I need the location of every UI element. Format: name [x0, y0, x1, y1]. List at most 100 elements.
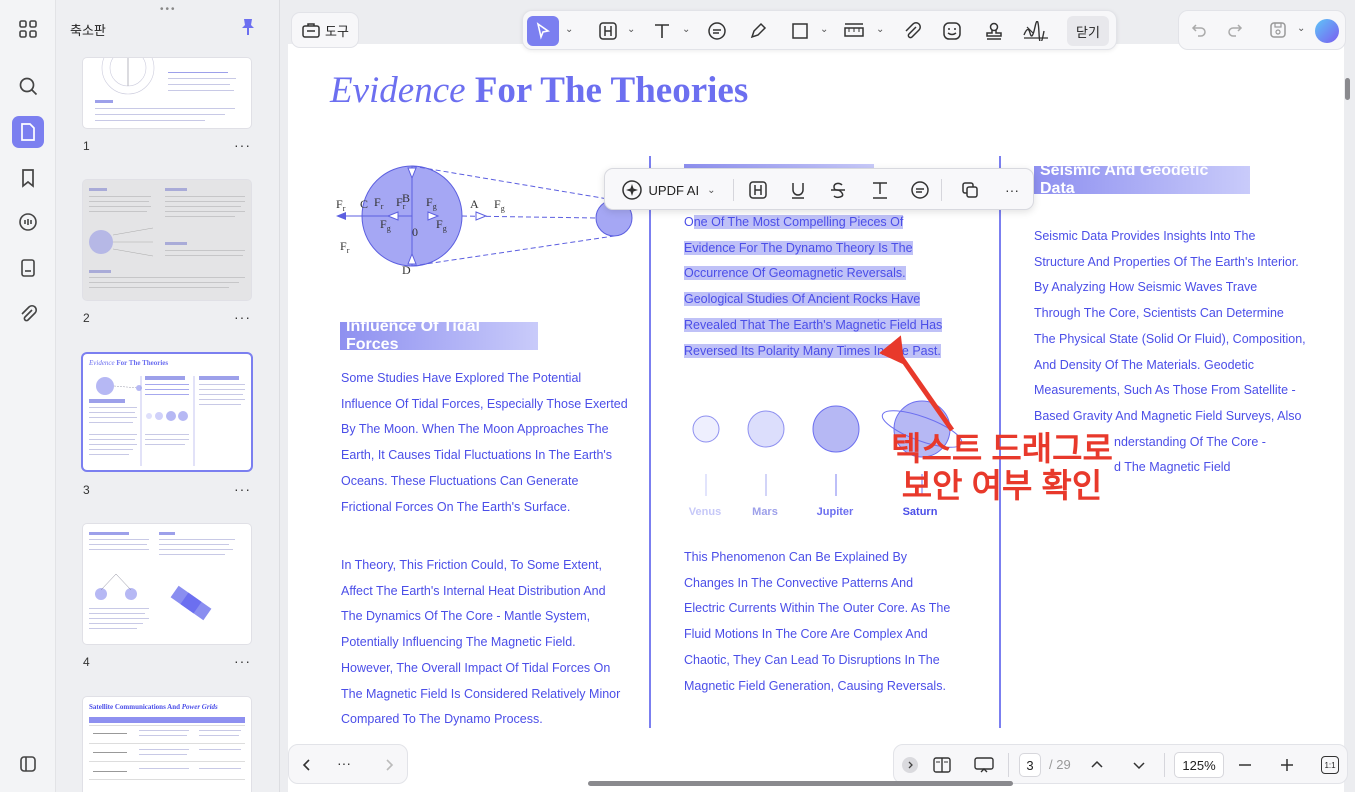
layers-icon[interactable]	[12, 748, 44, 780]
thumbnail-more-button[interactable]: ···	[234, 653, 251, 669]
toolbox-icon	[302, 23, 320, 38]
seismic-line: The Physical State (Solid Or Fluid), Com…	[1034, 331, 1306, 346]
tools-label: 도구	[325, 23, 349, 39]
thumbnail-pages-icon[interactable]	[12, 116, 44, 148]
chevron-down-icon[interactable]: ⌄	[627, 24, 635, 35]
save-icon[interactable]	[1269, 21, 1287, 39]
chevron-down-icon[interactable]: ⌄	[820, 24, 828, 35]
thumbnail-more-button[interactable]: ···	[234, 481, 251, 497]
shape-tool-button[interactable]	[787, 16, 813, 46]
page-layout-icon[interactable]	[932, 755, 952, 775]
close-toolbar-button[interactable]: 닫기	[1067, 16, 1109, 46]
page-thumbnail-5[interactable]: Satellite Communications And Power Grids	[83, 697, 251, 792]
next-page-icon[interactable]	[1132, 759, 1146, 773]
tidal-paragraph-2: In Theory, This Friction Could, To Some …	[341, 558, 621, 727]
highlight-selection-button[interactable]	[745, 176, 771, 204]
home-grid-icon[interactable]	[12, 13, 44, 45]
vertical-scrollbar[interactable]	[1345, 78, 1350, 100]
chevron-left-icon[interactable]	[301, 758, 313, 772]
chevron-down-icon[interactable]: ⌄	[682, 24, 690, 35]
signature-icon	[1023, 21, 1048, 41]
planet-label-jupiter: Jupiter	[816, 506, 854, 518]
add-comment-button[interactable]	[907, 176, 933, 204]
thumbnail-panel: ••• 축소판 1 ··· 2 ··· Evidence For The The…	[56, 0, 280, 792]
text-tool-button[interactable]	[649, 16, 675, 46]
zoom-in-icon[interactable]	[1280, 758, 1294, 772]
current-page-input[interactable]: 3	[1019, 753, 1041, 777]
thumbnail-more-button[interactable]: ···	[234, 137, 251, 153]
tools-button[interactable]: 도구	[291, 12, 359, 48]
tidal-paragraph-1: Some Studies Have Explored The Potential…	[341, 371, 628, 514]
page-thumbnail-4[interactable]	[83, 524, 251, 644]
planet-label-saturn: Saturn	[902, 506, 938, 518]
page-thumbnail-3[interactable]: Evidence For The Theories	[83, 354, 251, 470]
comment-tool-button[interactable]	[704, 16, 730, 46]
comment-icon	[911, 181, 929, 199]
text-underline-icon	[873, 182, 887, 199]
presentation-icon[interactable]	[972, 755, 996, 775]
page-thumbnail-2[interactable]	[83, 180, 251, 300]
comments-icon[interactable]	[12, 206, 44, 238]
chevron-down-icon[interactable]: ⌄	[1297, 23, 1305, 34]
underline-button[interactable]	[785, 176, 811, 204]
divider	[733, 179, 734, 201]
collapse-icon[interactable]	[902, 757, 918, 773]
horizontal-scrollbar[interactable]	[588, 781, 1013, 786]
updf-ai-logo-icon[interactable]	[1315, 19, 1339, 43]
chevron-down-icon[interactable]: ⌄	[565, 24, 573, 35]
diagram-label-d: D	[402, 263, 411, 277]
select-tool-button[interactable]	[527, 16, 559, 46]
highlight-tool-button[interactable]	[595, 16, 621, 46]
diagram-label-a: A	[470, 197, 479, 211]
pen-icon	[750, 22, 767, 39]
more-options-button[interactable]: ···	[999, 176, 1025, 204]
pin-icon[interactable]	[240, 18, 256, 36]
attachment-icon[interactable]	[12, 298, 44, 330]
copy-button[interactable]	[957, 176, 983, 204]
zoom-level-input[interactable]: 125%	[1174, 752, 1224, 778]
stamp-tool-button[interactable]	[981, 16, 1007, 46]
section-heading-seismic: Seismic And Geodetic Data	[1034, 162, 1250, 197]
bookmark-icon[interactable]	[12, 162, 44, 194]
redo-icon[interactable]	[1227, 22, 1243, 38]
panel-grip-icon[interactable]: •••	[160, 4, 177, 15]
stamp-icon	[986, 22, 1002, 40]
more-pages-button[interactable]: ···	[337, 755, 351, 771]
page-view-icon[interactable]	[12, 252, 44, 284]
measure-icon	[844, 23, 864, 37]
dynamo-paragraph-2: This Phenomenon Can Be Explained By Chan…	[684, 550, 951, 693]
chevron-down-icon[interactable]: ⌄	[876, 24, 884, 35]
divider	[1164, 753, 1165, 777]
left-rail	[0, 0, 56, 792]
zoom-out-icon[interactable]	[1238, 758, 1252, 772]
sticker-icon	[943, 22, 961, 40]
strikethrough-button[interactable]	[825, 176, 851, 204]
undo-icon[interactable]	[1191, 22, 1207, 38]
measure-tool-button[interactable]	[841, 16, 867, 46]
actual-size-button[interactable]: 1:1	[1321, 756, 1339, 774]
thumbnail-number: 1	[83, 139, 90, 153]
page-nav-right: 3 / 29 125% 1:1	[893, 744, 1348, 784]
annotation-line-2: 보안 여부 확인	[901, 467, 1103, 504]
squiggly-text-button[interactable]	[867, 176, 893, 204]
sticker-tool-button[interactable]	[939, 16, 965, 46]
search-icon[interactable]	[12, 70, 44, 102]
thumbnail-more-button[interactable]: ···	[234, 309, 251, 325]
pen-tool-button[interactable]	[745, 16, 771, 46]
chevron-right-icon[interactable]	[383, 758, 395, 772]
pdf-page: Evidence For The Theories Fr B Fg Fr Fr …	[288, 44, 1344, 792]
seismic-line: Based Gravity And Magnetic Field Surveys…	[1034, 408, 1302, 423]
page-thumbnail-1[interactable]	[83, 58, 251, 128]
signature-tool-button[interactable]	[1019, 16, 1053, 46]
annotation-line-1: 텍스트 드래그로	[891, 430, 1113, 467]
chevron-down-icon[interactable]: ⌄	[707, 185, 715, 196]
attach-tool-button[interactable]	[899, 16, 925, 46]
annotation-text: 텍스트 드래그로 보안 여부 확인	[882, 430, 1122, 504]
updf-ai-button[interactable]: UPDF AI ⌄	[613, 176, 723, 204]
previous-page-icon[interactable]	[1090, 757, 1104, 771]
column-divider	[649, 156, 651, 728]
paperclip-icon	[905, 22, 921, 39]
document-actions: ⌄	[1178, 10, 1346, 50]
highlight-icon	[599, 22, 617, 40]
thumbnail-number: 4	[83, 655, 90, 669]
